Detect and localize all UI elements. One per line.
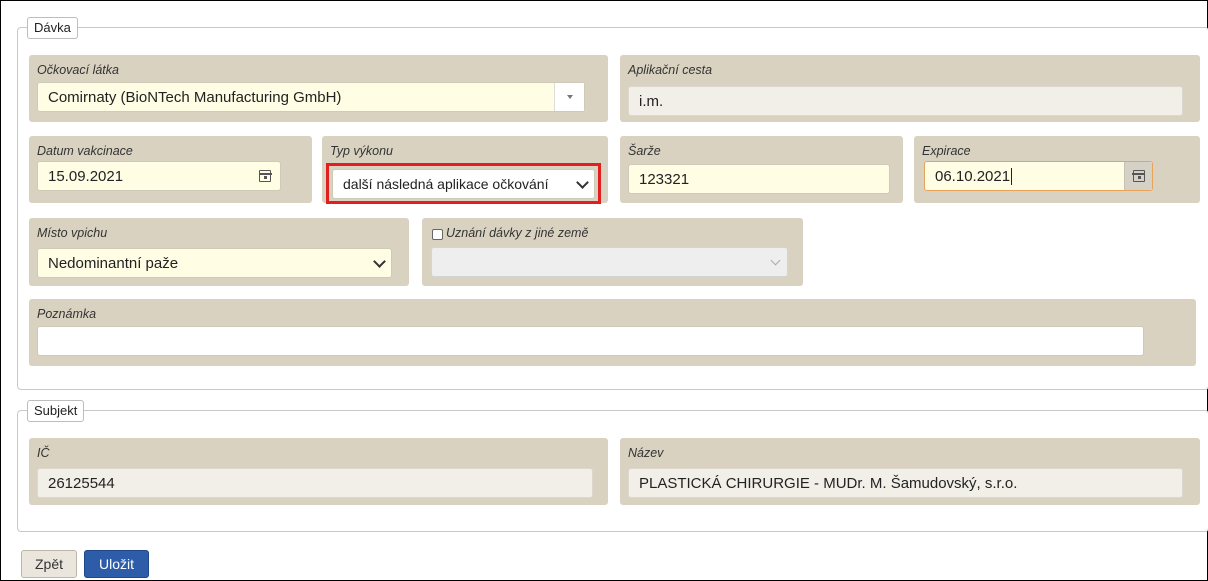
chevron-down-icon xyxy=(372,254,386,268)
datum-vakcinace-label: Datum vakcinace xyxy=(37,144,133,158)
sarze-group: Šarže 123321 xyxy=(620,136,903,203)
aplikacni-cesta-value: i.m. xyxy=(639,92,664,110)
aplikacni-cesta-field: i.m. xyxy=(628,86,1183,116)
uznani-davky-group: Uznání dávky z jiné země xyxy=(422,218,803,286)
expirace-calendar-button[interactable] xyxy=(1124,162,1152,190)
caret-down-icon xyxy=(566,95,573,99)
uznani-davky-dropdown-button xyxy=(763,248,787,276)
calendar-icon xyxy=(258,170,272,182)
nazev-field: PLASTICKÁ CHIRURGIE - MUDr. M. Šamudovsk… xyxy=(628,468,1183,498)
typ-vykonu-label: Typ výkonu xyxy=(330,144,393,158)
datum-vakcinace-calendar-button[interactable] xyxy=(250,162,280,190)
misto-vpichu-select[interactable]: Nedominantní paže xyxy=(37,248,392,278)
ockovaci-latka-select[interactable]: Comirnaty (BioNTech Manufacturing GmbH) xyxy=(37,82,585,112)
datum-vakcinace-group: Datum vakcinace 15.09.2021 xyxy=(29,136,312,203)
aplikacni-cesta-label: Aplikační cesta xyxy=(628,63,713,77)
typ-vykonu-group: Typ výkonu další následná aplikace očkov… xyxy=(322,136,608,204)
nazev-group: Název PLASTICKÁ CHIRURGIE - MUDr. M. Šam… xyxy=(620,438,1200,505)
davka-legend: Dávka xyxy=(27,17,78,39)
poznamka-group: Poznámka xyxy=(29,299,1196,366)
ic-label: IČ xyxy=(37,446,50,460)
chevron-down-icon xyxy=(770,255,780,265)
ic-field: 26125544 xyxy=(37,468,593,498)
expirace-group: Expirace 06.10.2021 xyxy=(914,136,1200,203)
calendar-icon xyxy=(1132,170,1145,182)
sarze-label: Šarže xyxy=(628,144,661,158)
misto-vpichu-label: Místo vpichu xyxy=(37,226,108,240)
aplikacni-cesta-group: Aplikační cesta i.m. xyxy=(620,55,1200,122)
sarze-input[interactable]: 123321 xyxy=(628,164,890,194)
ic-value: 26125544 xyxy=(48,474,115,492)
expirace-input[interactable]: 06.10.2021 xyxy=(924,161,1153,191)
uznani-davky-select xyxy=(431,247,788,277)
misto-vpichu-group: Místo vpichu Nedominantní paže xyxy=(29,218,409,286)
typ-vykonu-value: další následná aplikace očkování xyxy=(343,176,549,192)
ockovaci-latka-value: Comirnaty (BioNTech Manufacturing GmbH) xyxy=(48,88,342,106)
ockovaci-latka-label: Očkovací látka xyxy=(37,63,119,77)
chevron-down-icon xyxy=(575,175,589,189)
poznamka-label: Poznámka xyxy=(37,307,97,321)
subjekt-legend: Subjekt xyxy=(27,400,85,422)
nazev-value: PLASTICKÁ CHIRURGIE - MUDr. M. Šamudovsk… xyxy=(639,474,1018,492)
nazev-label: Název xyxy=(628,446,664,460)
text-cursor xyxy=(1011,167,1013,185)
uznani-davky-checkbox[interactable] xyxy=(432,229,443,240)
poznamka-input[interactable] xyxy=(37,326,1144,356)
misto-vpichu-dropdown-button[interactable] xyxy=(367,249,391,277)
misto-vpichu-value: Nedominantní paže xyxy=(48,254,179,272)
ockovaci-latka-group: Očkovací látka Comirnaty (BioNTech Manuf… xyxy=(29,55,608,122)
back-button[interactable]: Zpět xyxy=(21,550,77,578)
uznani-davky-label: Uznání dávky z jiné země xyxy=(446,226,589,240)
ic-group: IČ 26125544 xyxy=(29,438,608,505)
sarze-value: 123321 xyxy=(639,170,690,188)
expirace-value: 06.10.2021 xyxy=(935,167,1011,185)
expirace-label: Expirace xyxy=(922,144,971,158)
typ-vykonu-select[interactable]: další následná aplikace očkování xyxy=(332,169,595,199)
typ-vykonu-dropdown-button[interactable] xyxy=(570,170,594,198)
ockovaci-latka-dropdown-button[interactable] xyxy=(554,83,584,111)
save-button[interactable]: Uložit xyxy=(84,550,149,578)
datum-vakcinace-value: 15.09.2021 xyxy=(48,167,124,185)
datum-vakcinace-input[interactable]: 15.09.2021 xyxy=(37,161,281,191)
